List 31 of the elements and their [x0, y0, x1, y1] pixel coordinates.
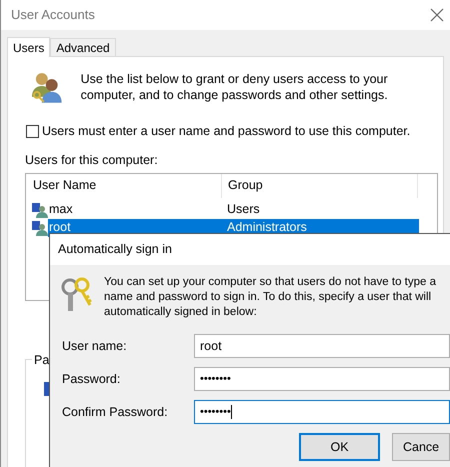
table-cell-text: Users — [226, 201, 260, 218]
checkbox-label[interactable]: Users must enter a user name and password to use this computer. — [42, 122, 410, 141]
user-icon — [32, 202, 48, 218]
dialog-button[interactable]: Cance — [392, 433, 450, 461]
description-text: name and password to sign in. To do this, specify a user that will — [104, 290, 432, 305]
user-icon — [32, 220, 48, 236]
field-label: User name: — [62, 338, 128, 355]
table-cell-text: Administrators — [226, 219, 307, 236]
window-title: User Accounts — [11, 6, 95, 24]
description-text: automatically signed in below: — [104, 305, 258, 320]
column-header[interactable]: User Name — [26, 174, 222, 198]
table-cell-text: root — [48, 219, 72, 236]
intro-text: Use the list below to grant or deny users access to your computer, and to change passwords and other settings. — [80, 71, 389, 103]
dialog-title: Automatically sign in — [58, 241, 172, 258]
tab[interactable]: Users — [7, 37, 50, 57]
description-text: You can set up your computer so that users do not have to type a — [104, 275, 436, 290]
tab[interactable]: Advanced — [50, 38, 116, 56]
users-label: Users for this computer: — [25, 152, 159, 169]
password-field[interactable]: •••••••• — [194, 367, 450, 391]
close-icon[interactable] — [430, 8, 444, 22]
dialog-button[interactable]: OK — [299, 433, 380, 461]
field-label: Confirm Password: — [62, 404, 169, 421]
input-field[interactable]: root — [194, 334, 450, 358]
password-field[interactable]: •••••••• — [194, 400, 450, 424]
table-cell-text: max — [48, 201, 74, 218]
keys-icon — [60, 275, 94, 313]
users-icon — [31, 71, 63, 103]
field-label: Password: — [62, 370, 122, 388]
checkbox[interactable] — [26, 124, 39, 138]
table-row[interactable]: max Users — [48, 200, 419, 218]
column-header[interactable]: Group — [222, 174, 418, 198]
